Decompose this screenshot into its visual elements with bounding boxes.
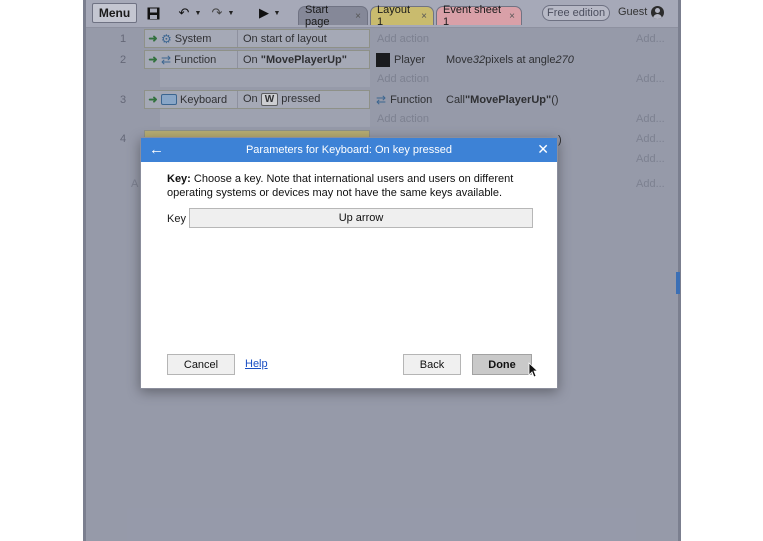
window-edge	[83, 0, 86, 541]
window-edge	[678, 0, 681, 541]
cancel-button[interactable]: Cancel	[167, 354, 235, 375]
key-field-label: Key	[167, 213, 186, 225]
tab-start-page[interactable]: Start page ×	[298, 4, 368, 28]
scroll-marker	[676, 272, 680, 294]
back-button[interactable]: Back	[403, 354, 461, 375]
tab-layout-1[interactable]: Layout 1 ×	[370, 4, 434, 28]
redo-dropdown-icon[interactable]: ▼	[226, 3, 236, 23]
undo-icon[interactable]: ↶	[175, 3, 193, 23]
menu-button[interactable]: Menu	[92, 3, 137, 23]
parameters-dialog: ← Parameters for Keyboard: On key presse…	[140, 137, 558, 389]
undo-dropdown-icon[interactable]: ▼	[193, 3, 203, 23]
tab-label: Layout 1	[377, 4, 411, 28]
help-link[interactable]: Help	[245, 358, 268, 370]
close-icon[interactable]: ×	[421, 11, 427, 22]
key-select-field[interactable]: Up arrow	[189, 208, 533, 228]
done-button[interactable]: Done	[472, 354, 532, 375]
close-icon[interactable]: ×	[355, 11, 361, 22]
dialog-title: Parameters for Keyboard: On key pressed	[245, 144, 453, 156]
parameter-name: Key:	[167, 173, 191, 185]
parameter-description: Key: Choose a key. Note that internation…	[167, 172, 537, 200]
close-icon[interactable]: ✕	[537, 141, 549, 158]
parameter-help-text: Choose a key. Note that international us…	[167, 173, 514, 199]
play-dropdown-icon[interactable]: ▼	[272, 3, 282, 23]
guest-label[interactable]: Guest	[618, 6, 647, 18]
dialog-title-bar: ← Parameters for Keyboard: On key presse…	[141, 138, 557, 162]
tab-label: Start page	[305, 4, 330, 28]
back-arrow-icon[interactable]: ←	[149, 141, 164, 158]
user-account-icon[interactable]	[651, 6, 664, 19]
free-edition-badge[interactable]: Free edition	[542, 5, 611, 21]
play-icon[interactable]: ▶	[256, 3, 272, 23]
close-icon[interactable]: ×	[509, 11, 515, 22]
tab-event-sheet-1[interactable]: Event sheet 1 ×	[436, 4, 522, 28]
tab-label: Event sheet 1	[443, 4, 502, 28]
save-icon[interactable]	[144, 3, 162, 23]
main-toolbar: Menu ↶ ▼ ↷ ▼ ▶ ▼ Start page × Layout 1 ×…	[86, 0, 678, 28]
redo-icon[interactable]: ↷	[208, 3, 226, 23]
